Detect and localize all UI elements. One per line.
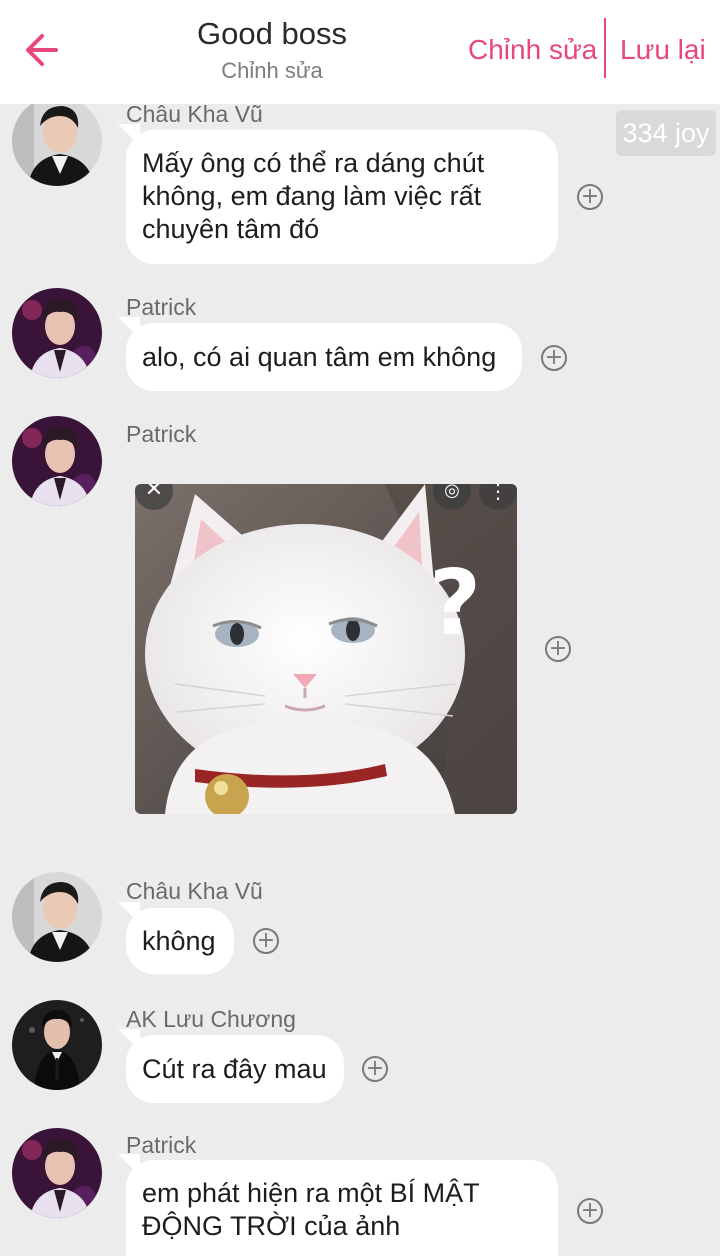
page-subtitle: Chỉnh sửa (221, 58, 323, 83)
plus-circle-icon[interactable]: + (577, 1198, 603, 1224)
plus-circle-icon[interactable]: + (545, 636, 571, 662)
top-bar: Good boss Chỉnh sửa Chỉnh sửa Lưu lại (0, 0, 720, 104)
avatar[interactable] (12, 288, 102, 378)
title-block: Good boss Chỉnh sửa (150, 14, 394, 86)
sender-name: Châu Kha Vũ (126, 878, 263, 904)
plus-circle-icon[interactable]: + (541, 345, 567, 371)
message-bubble[interactable]: alo, có ai quan tâm em không (126, 323, 522, 391)
message-bubble[interactable]: em phát hiện ra một BÍ MẬT ĐỘNG TRỜI của… (126, 1160, 558, 1256)
avatar[interactable] (12, 416, 102, 506)
plus-circle-icon[interactable]: + (362, 1056, 388, 1082)
sender-name: Patrick (126, 421, 197, 447)
header-divider (604, 18, 606, 78)
joy-count-badge[interactable]: 334 joy (616, 110, 716, 156)
image-attachment[interactable]: ? ✕ ◎ ⋮ (135, 484, 517, 814)
arrow-left-icon (26, 34, 58, 66)
avatar[interactable] (12, 1000, 102, 1090)
svg-text:?: ? (429, 551, 481, 656)
sender-name: Châu Kha Vũ (126, 101, 263, 127)
message-bubble[interactable]: Cút ra đây mau (126, 1035, 344, 1103)
save-button[interactable]: Lưu lại (620, 30, 706, 70)
message-bubble[interactable]: không (126, 908, 234, 974)
sender-name: AK Lưu Chương (126, 1006, 296, 1032)
avatar[interactable] (12, 872, 102, 962)
avatar[interactable] (12, 96, 102, 186)
avatar[interactable] (12, 1128, 102, 1218)
back-button[interactable] (22, 28, 66, 72)
page-title: Good boss (197, 16, 347, 51)
cat-meme-image: ? (135, 484, 517, 814)
plus-circle-icon[interactable]: + (577, 184, 603, 210)
edit-button[interactable]: Chỉnh sửa (468, 30, 597, 70)
sender-name: Patrick (126, 294, 197, 320)
plus-circle-icon[interactable]: + (253, 928, 279, 954)
message-bubble[interactable]: Mấy ông có thể ra dáng chút không, em đa… (126, 130, 558, 264)
